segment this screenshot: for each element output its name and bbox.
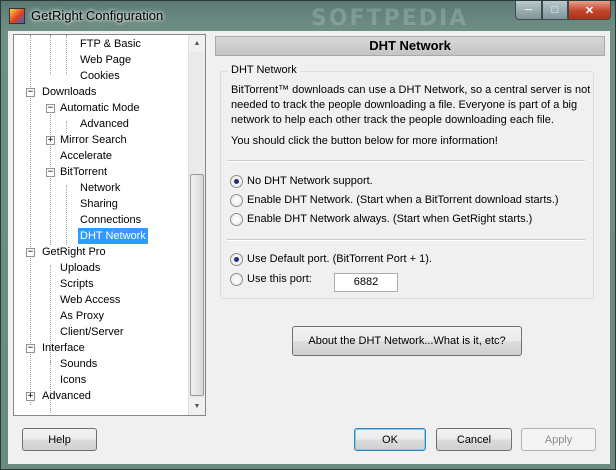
tree-item-web-page[interactable]: Web Page — [78, 52, 133, 68]
radio-checked-icon — [230, 252, 243, 266]
tree-item-sharing[interactable]: Sharing — [78, 196, 120, 212]
tree-item-getright-pro[interactable]: GetRight Pro — [40, 244, 108, 260]
tree-item-as-proxy[interactable]: As Proxy — [58, 308, 106, 324]
collapse-toggle-icon[interactable]: − — [26, 248, 35, 257]
collapse-toggle-icon[interactable]: − — [26, 344, 35, 353]
settings-tree[interactable]: FTP & Basic Web Page Cookies − Downloads… — [13, 34, 206, 416]
more-info-text: You should click the button below for mo… — [231, 135, 498, 147]
radio-enable-dht-always[interactable]: Enable DHT Network always. (Start when G… — [230, 211, 532, 227]
minimize-icon: ─ — [524, 4, 533, 16]
tree-line — [66, 185, 67, 245]
tree-line — [66, 35, 67, 75]
scroll-up-button[interactable]: ▲ — [189, 35, 205, 52]
window-frame: GetRight Configuration SOFTPEDIA ─ □ ✕ F… — [0, 0, 616, 470]
separator — [227, 160, 585, 162]
collapse-toggle-icon[interactable]: − — [26, 88, 35, 97]
radio-label: Enable DHT Network. (Start when a BitTor… — [247, 194, 559, 206]
radio-unchecked-icon — [230, 272, 243, 286]
maximize-icon: □ — [551, 4, 559, 16]
scroll-down-button[interactable]: ▼ — [189, 398, 205, 415]
tree-item-client-server[interactable]: Client/Server — [58, 324, 126, 340]
radio-label: Use this port: — [247, 273, 312, 285]
help-button[interactable]: Help — [22, 428, 97, 451]
scroll-down-icon: ▼ — [193, 403, 201, 410]
port-input[interactable]: 6882 — [334, 273, 398, 292]
group-label: DHT Network — [228, 64, 300, 76]
apply-button[interactable]: Apply — [521, 428, 596, 451]
tree-item-network[interactable]: Network — [78, 180, 122, 196]
expand-toggle-icon[interactable]: + — [26, 392, 35, 401]
tree-item-advanced[interactable]: Advanced — [40, 388, 93, 404]
help-button-label: Help — [48, 433, 71, 446]
collapse-toggle-icon[interactable]: − — [46, 104, 55, 113]
tree-scrollbar[interactable]: ▲ ▼ — [188, 35, 205, 415]
about-dht-button[interactable]: About the DHT Network...What is it, etc? — [292, 326, 522, 356]
caption-buttons: ─ □ ✕ — [515, 1, 611, 21]
tree-item-ftp-basic[interactable]: FTP & Basic — [78, 36, 143, 52]
tree-line — [50, 35, 51, 75]
radio-label: Use Default port. (BitTorrent Port + 1). — [247, 253, 432, 265]
maximize-button[interactable]: □ — [542, 1, 568, 20]
tree-item-automatic-mode[interactable]: Automatic Mode — [58, 100, 141, 116]
radio-custom-port[interactable]: Use this port: — [230, 271, 312, 287]
tree-item-sounds[interactable]: Sounds — [58, 356, 99, 372]
scroll-thumb[interactable] — [190, 174, 204, 396]
tree-item-dht-network[interactable]: DHT Network — [78, 228, 148, 244]
tree-item-interface[interactable]: Interface — [40, 340, 87, 356]
radio-unchecked-icon — [230, 193, 243, 207]
radio-checked-icon — [230, 174, 243, 188]
close-button[interactable]: ✕ — [568, 1, 611, 20]
tree-item-connections[interactable]: Connections — [78, 212, 143, 228]
title-bar[interactable]: GetRight Configuration SOFTPEDIA ─ □ ✕ — [1, 1, 616, 31]
radio-label: Enable DHT Network always. (Start when G… — [247, 213, 533, 225]
tree-item-downloads[interactable]: Downloads — [40, 84, 98, 100]
cancel-button[interactable]: Cancel — [436, 428, 512, 451]
ok-button[interactable]: OK — [354, 428, 426, 451]
ok-button-label: OK — [382, 433, 398, 446]
radio-enable-dht[interactable]: Enable DHT Network. (Start when a BitTor… — [230, 192, 559, 208]
dht-description: BitTorrent™ downloads can use a DHT Netw… — [231, 84, 591, 126]
tree-line — [50, 361, 51, 413]
radio-label: No DHT Network support. — [247, 175, 373, 187]
tree-item-accelerate[interactable]: Accelerate — [58, 148, 114, 164]
expand-toggle-icon[interactable]: + — [46, 136, 55, 145]
cancel-button-label: Cancel — [456, 433, 492, 446]
tree-item-web-access[interactable]: Web Access — [58, 292, 122, 308]
radio-unchecked-icon — [230, 212, 243, 226]
scroll-up-icon: ▲ — [193, 40, 201, 47]
apply-button-label: Apply — [544, 433, 573, 446]
page-title: DHT Network — [215, 36, 605, 56]
tree-item-bittorrent[interactable]: BitTorrent — [58, 164, 109, 180]
tree-item-scripts[interactable]: Scripts — [58, 276, 96, 292]
minimize-button[interactable]: ─ — [515, 1, 542, 20]
dialog-client: FTP & Basic Web Page Cookies − Downloads… — [8, 31, 610, 464]
close-icon: ✕ — [584, 4, 595, 17]
window-title: GetRight Configuration — [31, 8, 164, 23]
radio-no-dht[interactable]: No DHT Network support. — [230, 173, 373, 189]
tree-item-uploads[interactable]: Uploads — [58, 260, 102, 276]
app-icon — [9, 8, 25, 24]
collapse-toggle-icon[interactable]: − — [46, 168, 55, 177]
separator — [227, 239, 585, 241]
watermark: SOFTPEDIA — [311, 6, 469, 31]
tree-item-advanced-auto[interactable]: Advanced — [78, 116, 131, 132]
tree-item-icons[interactable]: Icons — [58, 372, 88, 388]
tree-item-mirror-search[interactable]: Mirror Search — [58, 132, 129, 148]
radio-default-port[interactable]: Use Default port. (BitTorrent Port + 1). — [230, 251, 432, 267]
tree-item-cookies[interactable]: Cookies — [78, 68, 122, 84]
